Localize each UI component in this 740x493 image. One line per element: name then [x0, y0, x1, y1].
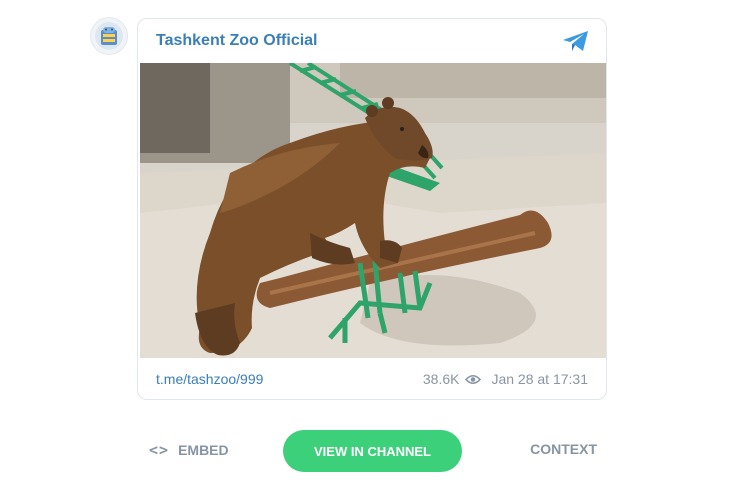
- code-icon: <>: [149, 441, 170, 459]
- post-link[interactable]: t.me/tashzoo/999: [156, 371, 263, 387]
- post-photo[interactable]: [140, 63, 606, 358]
- telegram-icon[interactable]: [562, 30, 590, 52]
- eye-icon: [465, 374, 482, 384]
- context-button[interactable]: CONTEXT: [530, 441, 597, 457]
- embed-button[interactable]: <> EMBED: [149, 441, 229, 459]
- channel-name[interactable]: Tashkent Zoo Official: [156, 32, 318, 50]
- post-meta: 38.6K Jan 28 at 17:31: [423, 371, 588, 387]
- post-footer: t.me/tashzoo/999 38.6K Jan 28 at 17:31: [138, 358, 606, 399]
- bear-photo: [140, 63, 606, 358]
- post-actions: <> EMBED VIEW IN CHANNEL CONTEXT: [137, 430, 607, 472]
- view-count: 38.6K: [422, 371, 460, 387]
- zoo-logo-icon: [95, 22, 123, 50]
- view-in-channel-button[interactable]: VIEW IN CHANNEL: [283, 430, 462, 472]
- telegram-post-card: Tashkent Zoo Official t.me/tashzoo/999 3…: [137, 18, 607, 400]
- post-header: Tashkent Zoo Official: [138, 19, 606, 63]
- post-date: Jan 28 at 17:31: [491, 371, 588, 387]
- channel-avatar[interactable]: [90, 17, 128, 55]
- embed-label: EMBED: [178, 442, 229, 458]
